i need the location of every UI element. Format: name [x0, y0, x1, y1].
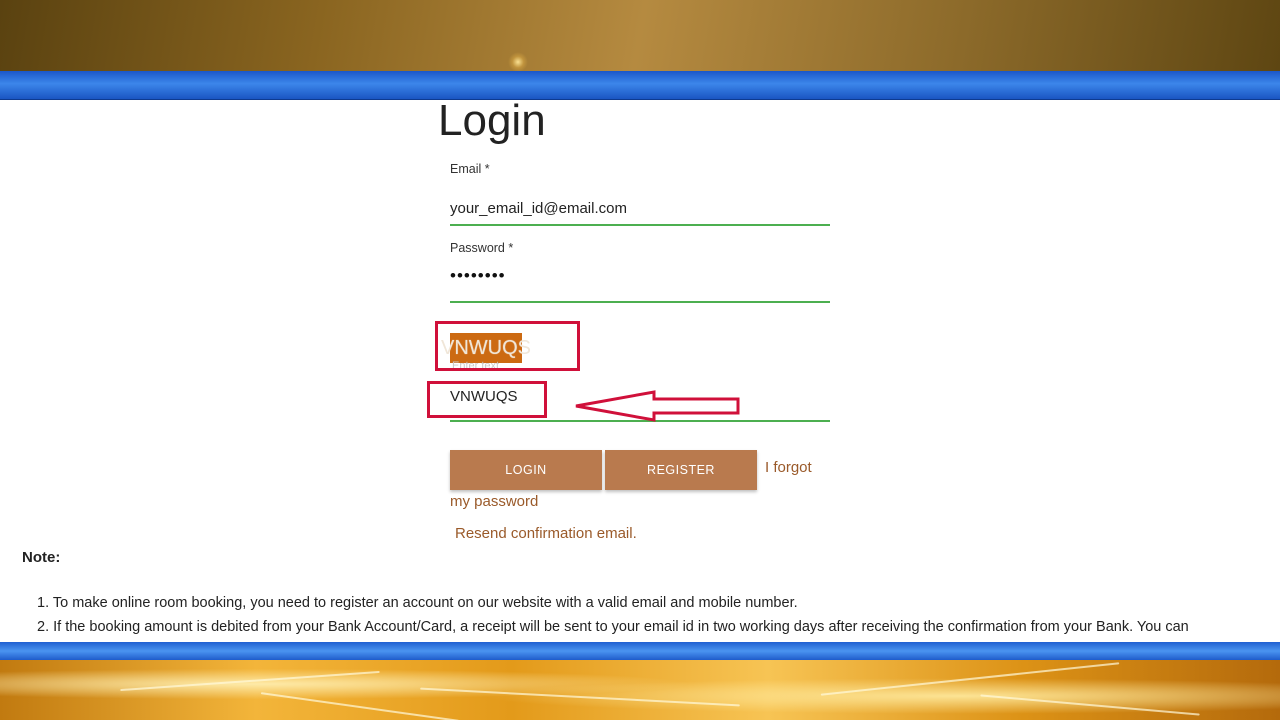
note-item: 1. To make online room booking, you need… — [37, 595, 798, 611]
bottom-blue-band — [0, 642, 1280, 660]
email-input[interactable] — [450, 192, 830, 226]
forgot-password-link-part1[interactable]: I forgot — [765, 459, 812, 476]
password-label: Password * — [450, 241, 514, 255]
email-label: Email * — [450, 162, 490, 176]
register-button[interactable]: REGISTER — [605, 450, 757, 490]
page-title: Login — [438, 96, 546, 145]
top-background — [0, 0, 1280, 72]
resend-confirmation-link[interactable]: Resend confirmation email. — [455, 525, 637, 542]
password-input[interactable] — [450, 270, 830, 303]
note-item: 2. If the booking amount is debited from… — [37, 619, 1189, 635]
login-button[interactable]: LOGIN — [450, 450, 602, 490]
light-streak — [120, 670, 380, 692]
bottom-background — [0, 660, 1280, 720]
captcha-input-highlight-box — [427, 381, 547, 418]
captcha-highlight-box — [435, 321, 580, 371]
light-streak — [820, 662, 1120, 696]
note-title: Note: — [22, 549, 61, 566]
light-streak — [260, 692, 460, 720]
light-streak — [980, 694, 1200, 716]
top-blue-band — [0, 71, 1280, 99]
forgot-password-link-part2[interactable]: my password — [450, 493, 538, 510]
left-arrow-icon — [575, 390, 740, 422]
password-mask: •••••••• — [450, 266, 506, 285]
light-streak — [420, 687, 740, 707]
light-spark — [508, 52, 528, 72]
